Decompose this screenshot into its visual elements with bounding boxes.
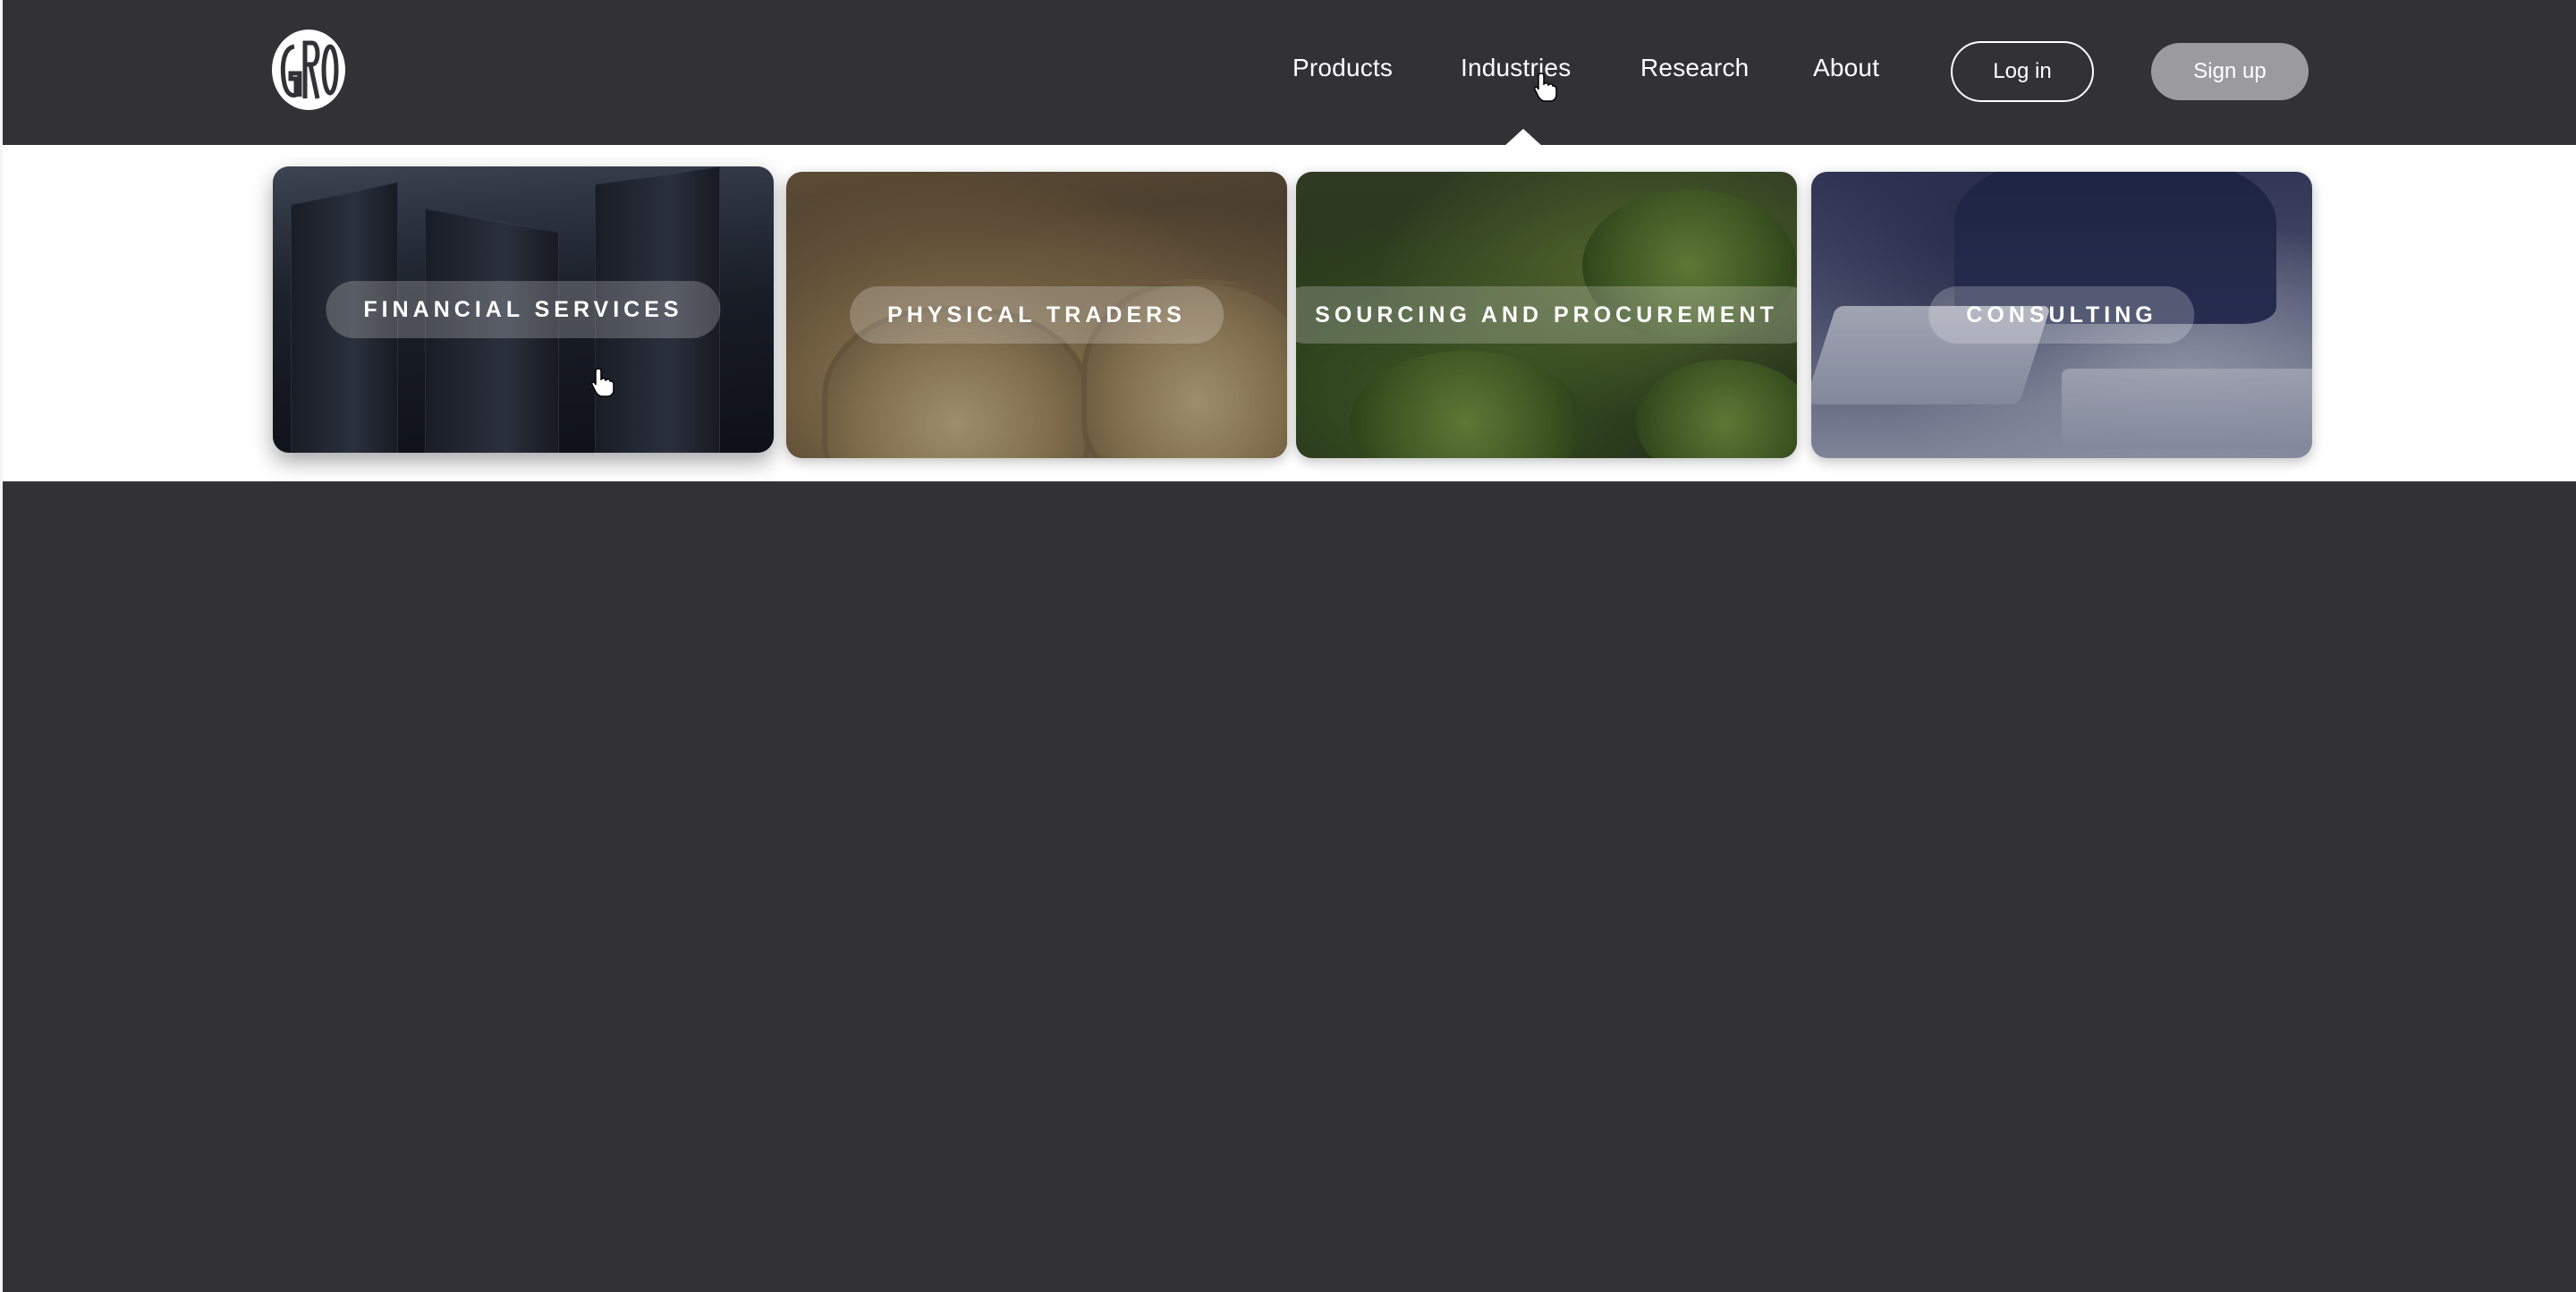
industry-card-consulting[interactable]: CONSULTING [1811,172,2312,458]
industry-label: CONSULTING [1928,286,2195,344]
nav-about[interactable]: About [1813,54,1879,82]
industry-card-physical-traders[interactable]: PHYSICAL TRADERS [786,172,1287,458]
login-button[interactable]: Log in [1951,41,2094,102]
industry-label: FINANCIAL SERVICES [326,281,721,338]
industry-label: SOURCING AND PROCUREMENT [1296,286,1797,344]
page: Products Industries Research About Log i… [0,0,2576,1292]
industry-label: PHYSICAL TRADERS [850,286,1224,344]
hand-pointer-icon [591,368,614,397]
industry-card-financial-services[interactable]: FINANCIAL SERVICES [273,166,774,453]
gro-logo[interactable] [271,29,346,111]
dropdown-caret [1504,129,1543,147]
industry-card-sourcing-and-procurement[interactable]: SOURCING AND PROCUREMENT [1296,172,1797,458]
site-header: Products Industries Research About Log i… [3,0,2576,145]
nav-products[interactable]: Products [1292,54,1393,82]
nav-research[interactable]: Research [1640,54,1749,82]
hand-pointer-icon [1534,72,1557,102]
signup-button[interactable]: Sign up [2151,43,2309,100]
